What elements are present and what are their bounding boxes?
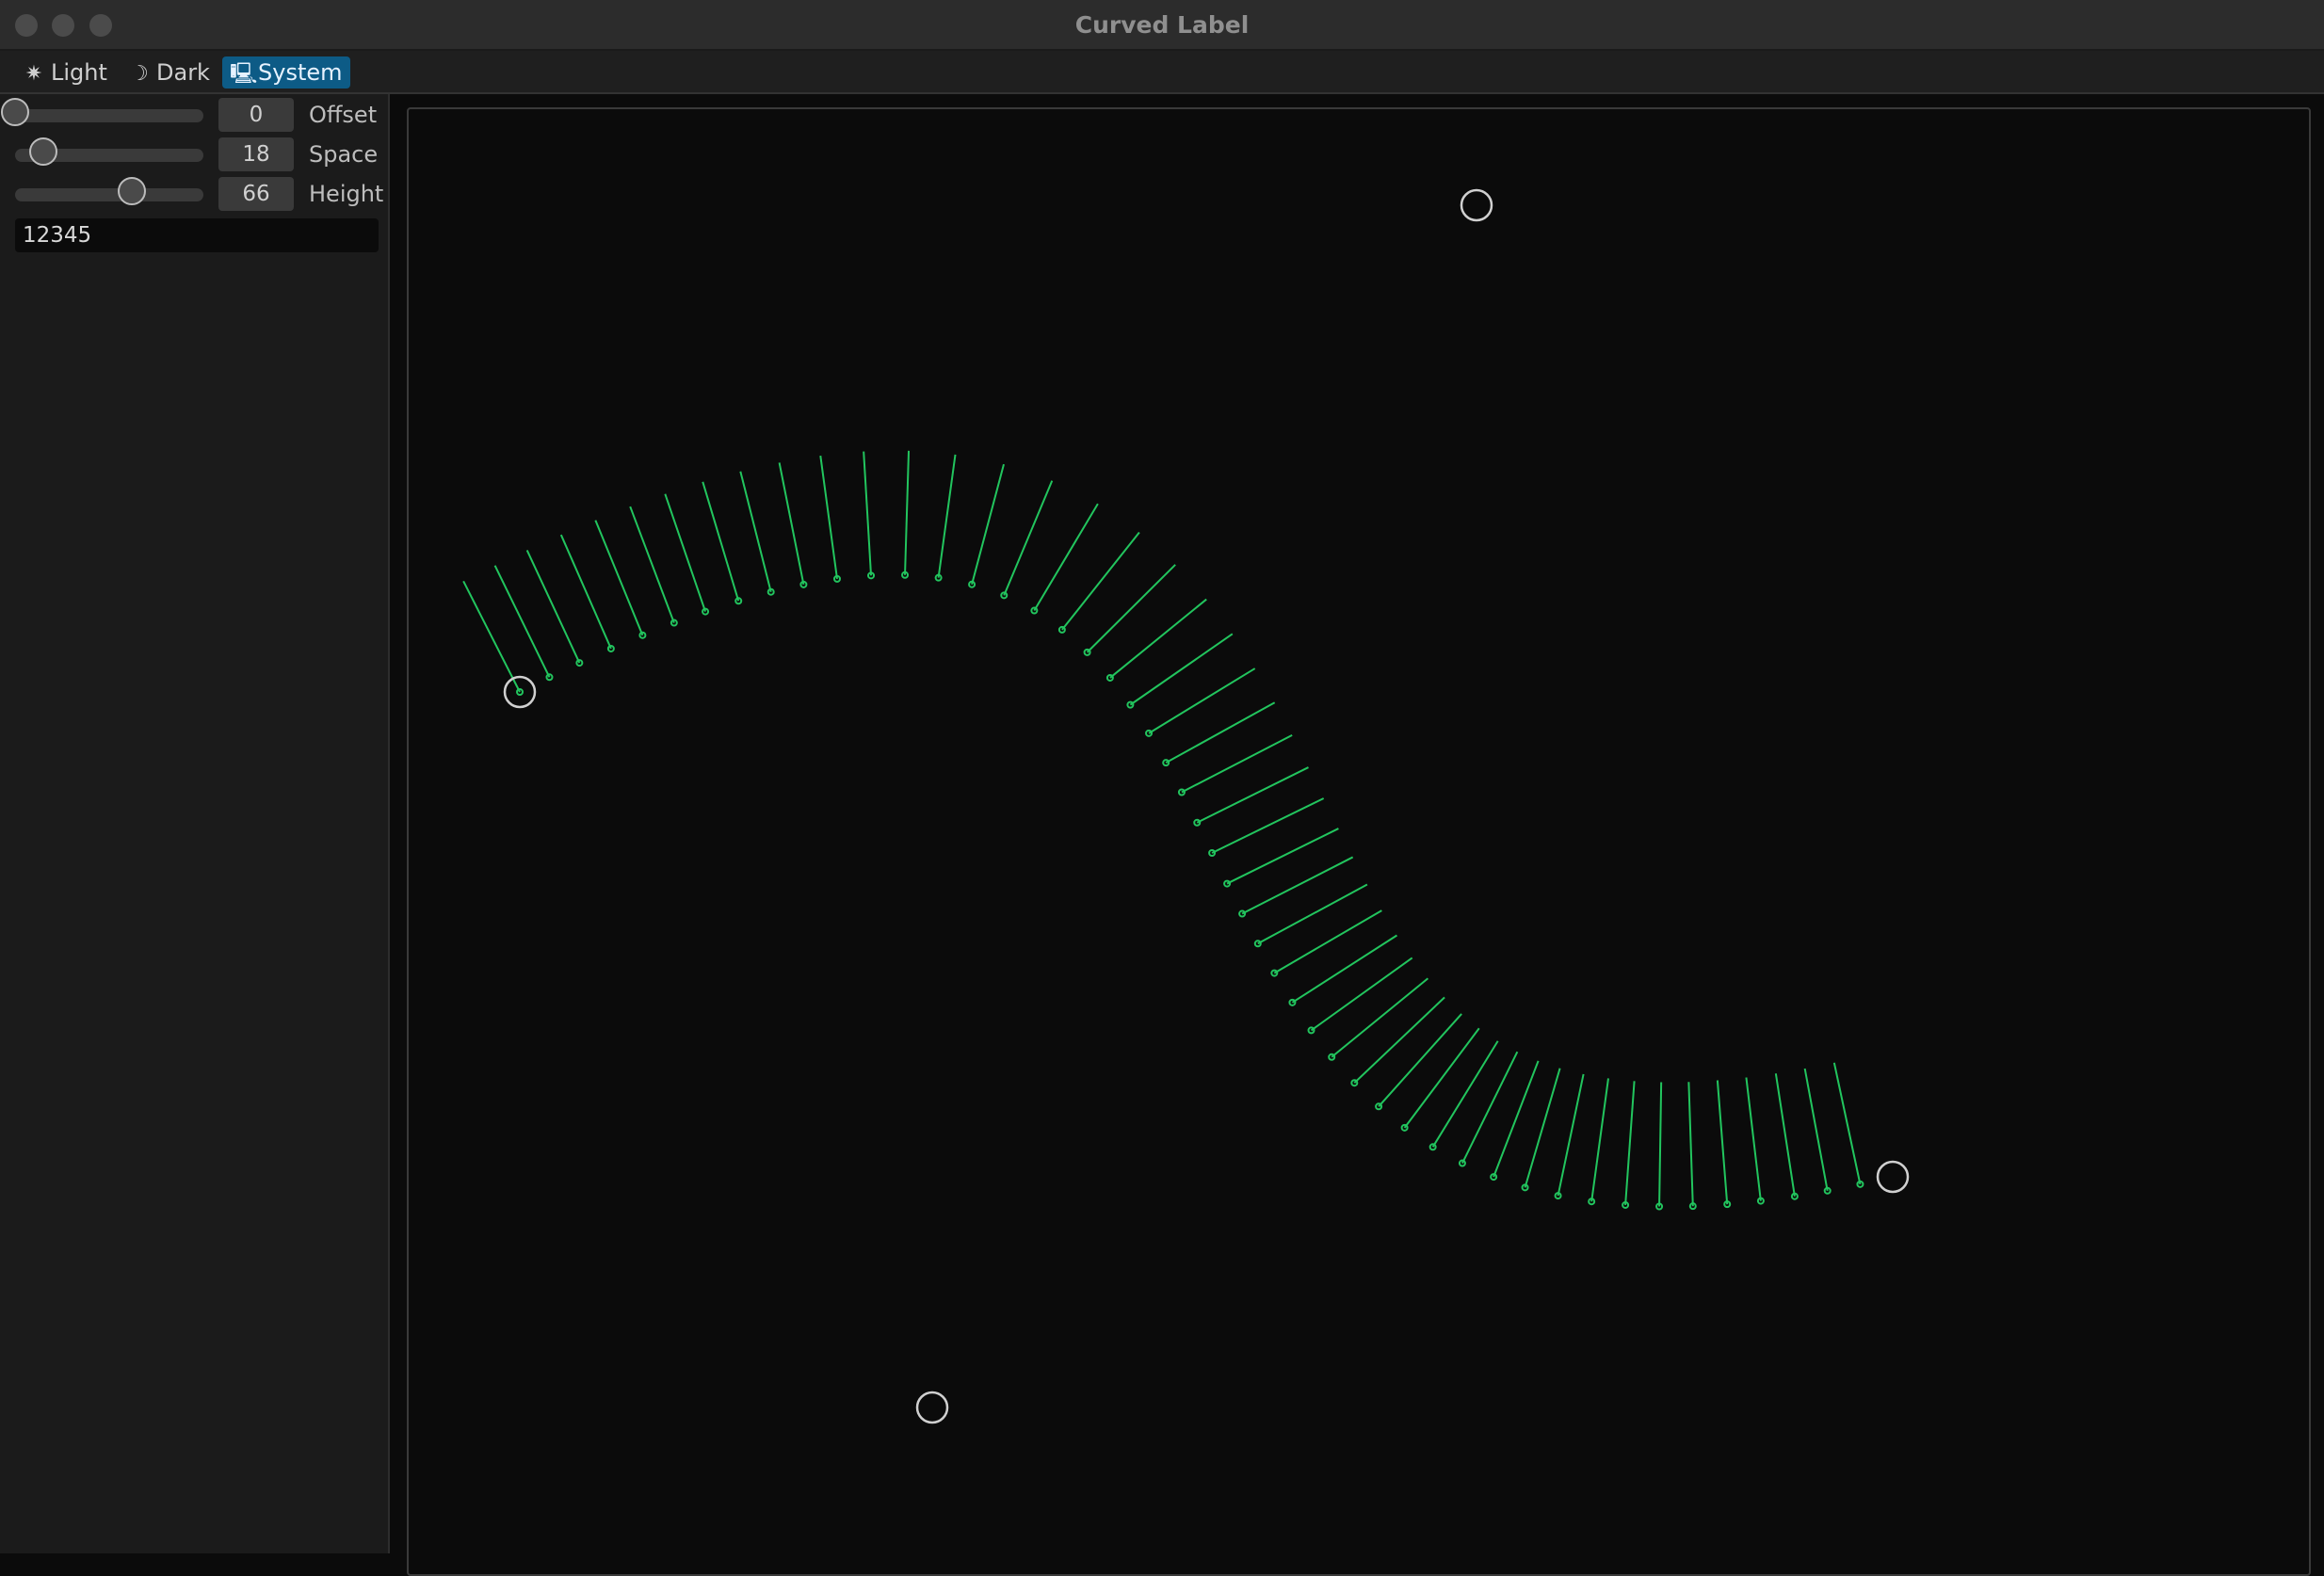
curve-tick-line — [1148, 667, 1256, 734]
curve-tick-line — [1378, 1013, 1462, 1107]
curve-tick-line — [1129, 633, 1234, 706]
control-point-1-handle[interactable] — [1460, 188, 1493, 222]
curve-tick-line — [664, 493, 707, 612]
end-point-handle[interactable] — [1876, 1160, 1910, 1194]
curve-tick-line — [1557, 1073, 1585, 1197]
curve-tick-line — [1310, 957, 1413, 1032]
curve-tick-line — [559, 534, 612, 650]
curve-tick-line — [1745, 1077, 1762, 1201]
curve-tick-line — [1803, 1068, 1829, 1191]
curve-tick-line — [1431, 1040, 1499, 1148]
curve-tick-line — [971, 463, 1005, 585]
curve-tick-line — [1257, 883, 1368, 945]
curve-tick-line — [629, 506, 675, 623]
curve-tick-line — [1241, 856, 1354, 915]
curve-tick-line — [1774, 1073, 1796, 1197]
curve-tick-line — [1086, 564, 1176, 653]
curve-tick-line — [1109, 598, 1207, 679]
curve-tick-line — [1273, 909, 1382, 974]
curve-tick-line — [1331, 977, 1429, 1058]
curve-tick-line — [1403, 1027, 1480, 1129]
curve-tick-line — [1658, 1082, 1663, 1207]
curve-tick-line — [702, 481, 740, 602]
curve-tick-line — [1687, 1082, 1694, 1207]
curve-tick-line — [1061, 531, 1140, 631]
curve-tick-line — [778, 462, 805, 586]
curve-ticks — [462, 450, 1864, 1211]
curve-tick-line — [1590, 1078, 1609, 1202]
curve-tick-line — [1493, 1060, 1540, 1178]
curve-tick-line — [904, 450, 911, 575]
curve-overlay — [462, 188, 1910, 1424]
curve-tick-line — [819, 455, 838, 580]
curve-tick-line — [937, 454, 957, 578]
curve-tick-line — [1461, 1051, 1519, 1164]
curve-tick-line — [594, 520, 644, 636]
curve-tick-line — [1624, 1081, 1636, 1206]
curve-tick-line — [1291, 934, 1398, 1004]
curve-tick-line — [863, 451, 873, 576]
curve-tick-line — [1524, 1068, 1561, 1188]
control-point-2-handle[interactable] — [915, 1391, 949, 1424]
curve-tick-line — [739, 471, 772, 592]
curve-tick-line — [1353, 996, 1445, 1084]
curve-tick-line — [1033, 503, 1099, 612]
curve-tick-line — [1716, 1080, 1729, 1205]
curve-tick-line — [1165, 701, 1276, 764]
curve-tick-line — [1832, 1062, 1862, 1185]
curve-tick-line — [1003, 480, 1054, 596]
